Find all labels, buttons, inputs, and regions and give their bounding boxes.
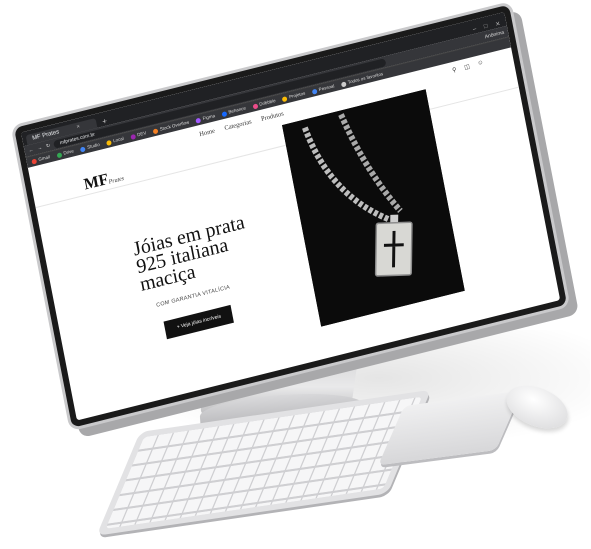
bookmark-favicon-icon	[130, 133, 136, 140]
bookmark-favicon-icon	[106, 139, 112, 146]
site-header-icons: ⚲ ◫ ☺	[452, 60, 485, 75]
bookmark-favicon-icon	[311, 88, 318, 95]
maximize-button[interactable]: □	[484, 23, 489, 31]
new-tab-button[interactable]: +	[101, 116, 107, 126]
forward-icon[interactable]: →	[37, 144, 43, 151]
logo-script: Prates	[108, 175, 125, 186]
bookmark-favicon-icon	[56, 151, 63, 159]
search-icon[interactable]: ⚲	[452, 66, 457, 74]
cart-icon[interactable]: ◫	[464, 63, 471, 71]
bookmark-favicon-icon	[80, 146, 86, 153]
bookmark-label: Drive	[63, 148, 75, 157]
bookmark-favicon-icon	[221, 110, 228, 117]
bookmark-favicon-icon	[195, 117, 202, 124]
nav-item-home[interactable]: Home	[199, 128, 216, 139]
bookmark-label: Studio	[86, 142, 101, 151]
back-icon[interactable]: ←	[28, 146, 34, 153]
user-icon[interactable]: ☺	[477, 60, 484, 68]
bookmark-label: Local	[112, 136, 125, 144]
minimize-button[interactable]: –	[473, 26, 478, 34]
bookmark-label: Figma	[202, 113, 216, 122]
bookmark-favicon-icon	[340, 81, 347, 88]
bookmark-label: Gmail	[38, 154, 51, 163]
bookmark-favicon-icon	[252, 103, 258, 110]
bookmark-favicon-icon	[152, 127, 159, 135]
reload-icon[interactable]: ↻	[45, 142, 50, 149]
close-icon[interactable]: ×	[76, 124, 81, 131]
header-divider	[35, 86, 519, 209]
cta-button[interactable]: + Veja jóias incríveis	[163, 304, 235, 340]
nav-item-categorias[interactable]: Categorias	[224, 118, 252, 132]
close-window-button[interactable]: ✕	[495, 20, 501, 28]
bookmark-label: DEV	[136, 130, 147, 138]
product-image-necklace	[282, 89, 465, 327]
bookmark-favicon-icon	[282, 95, 288, 102]
hero-title: Jóias em prata 925 italiana maciça	[131, 211, 247, 296]
nav-item-produtos[interactable]: Produtos	[261, 110, 285, 122]
bookmark-favicon-icon	[31, 158, 38, 165]
